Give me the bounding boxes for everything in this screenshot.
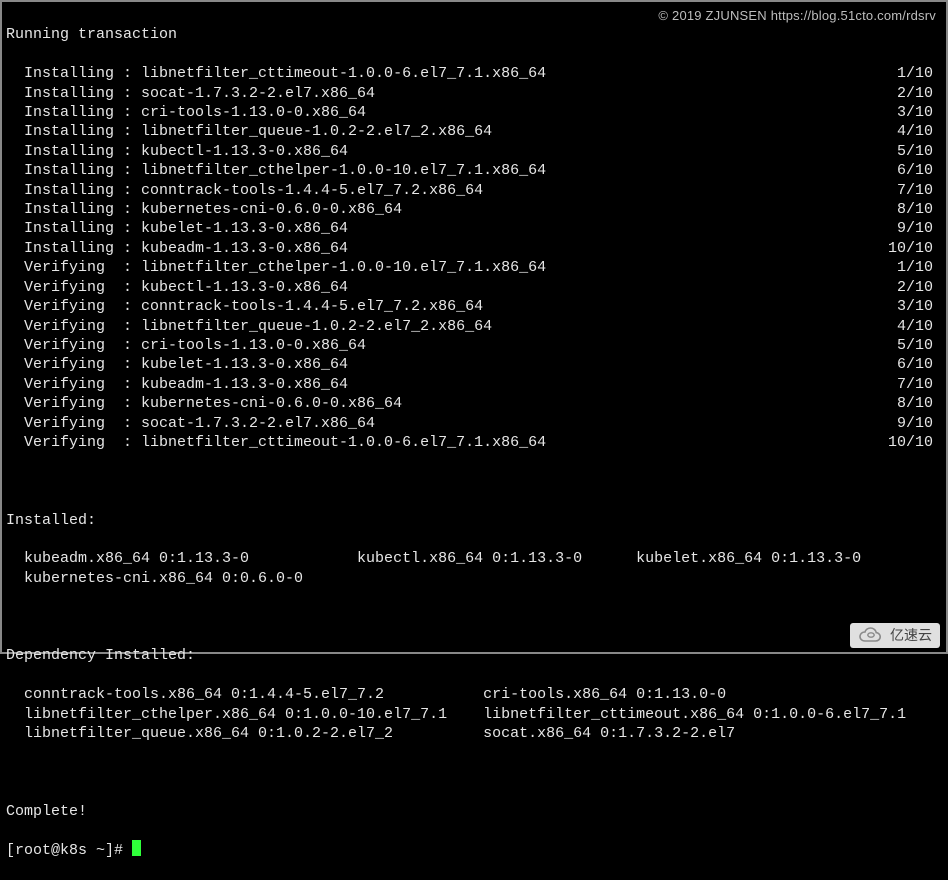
step-progress: 8/10 <box>897 394 942 413</box>
transaction-step: Verifying : cri-tools-1.13.0-0.x86_64 5/1… <box>6 336 942 355</box>
step-progress: 3/10 <box>897 297 942 316</box>
transaction-step: Verifying : kubeadm-1.13.3-0.x86_64 7/10 <box>6 375 942 394</box>
step-left: Installing : libnetfilter_cthelper-1.0.0… <box>6 161 546 180</box>
installed-row: kubernetes-cni.x86_64 0:0.6.0-0 <box>6 569 942 588</box>
step-progress: 10/10 <box>888 433 942 452</box>
transaction-step: Installing : conntrack-tools-1.4.4-5.el7… <box>6 181 942 200</box>
brand-logo: 亿速云 <box>850 623 940 648</box>
step-progress: 6/10 <box>897 161 942 180</box>
transaction-step: Installing : cri-tools-1.13.0-0.x86_64 3/… <box>6 103 942 122</box>
complete-text: Complete! <box>6 802 942 821</box>
step-progress: 1/10 <box>897 258 942 277</box>
step-left: Installing : kubernetes-cni-0.6.0-0.x86_… <box>6 200 402 219</box>
dependency-row: conntrack-tools.x86_64 0:1.4.4-5.el7_7.2… <box>6 685 942 704</box>
installed-header: Installed: <box>6 511 942 530</box>
step-left: Verifying : libnetfilter_cttimeout-1.0.0… <box>6 433 546 452</box>
step-left: Verifying : libnetfilter_queue-1.0.2-2.e… <box>6 317 492 336</box>
transaction-step: Verifying : conntrack-tools-1.4.4-5.el7_… <box>6 297 942 316</box>
step-progress: 3/10 <box>897 103 942 122</box>
transaction-step: Installing : kubectl-1.13.3-0.x86_64 5/10 <box>6 142 942 161</box>
transaction-step: Installing : libnetfilter_cthelper-1.0.0… <box>6 161 942 180</box>
transaction-step: Verifying : libnetfilter_queue-1.0.2-2.e… <box>6 317 942 336</box>
step-left: Verifying : kubeadm-1.13.3-0.x86_64 <box>6 375 348 394</box>
transaction-step: Verifying : libnetfilter_cttimeout-1.0.0… <box>6 433 942 452</box>
step-left: Verifying : socat-1.7.3.2-2.el7.x86_64 <box>6 414 375 433</box>
step-progress: 9/10 <box>897 219 942 238</box>
transaction-header: Running transaction <box>6 25 942 44</box>
step-progress: 5/10 <box>897 142 942 161</box>
transaction-step: Verifying : kubelet-1.13.3-0.x86_64 6/10 <box>6 355 942 374</box>
transaction-step: Verifying : socat-1.7.3.2-2.el7.x86_64 9/… <box>6 414 942 433</box>
step-progress: 10/10 <box>888 239 942 258</box>
transaction-step: Installing : kubelet-1.13.3-0.x86_64 9/10 <box>6 219 942 238</box>
shell-prompt[interactable]: [root@k8s ~]# <box>6 840 942 860</box>
step-left: Installing : kubeadm-1.13.3-0.x86_64 <box>6 239 348 258</box>
transaction-step: Verifying : kubernetes-cni-0.6.0-0.x86_6… <box>6 394 942 413</box>
step-progress: 4/10 <box>897 317 942 336</box>
watermark-text: © 2019 ZJUNSEN https://blog.51cto.com/rd… <box>658 6 936 25</box>
step-progress: 1/10 <box>897 64 942 83</box>
step-left: Verifying : kubectl-1.13.3-0.x86_64 <box>6 278 348 297</box>
step-left: Installing : socat-1.7.3.2-2.el7.x86_64 <box>6 84 375 103</box>
step-left: Verifying : conntrack-tools-1.4.4-5.el7_… <box>6 297 483 316</box>
transaction-step: Installing : kubernetes-cni-0.6.0-0.x86_… <box>6 200 942 219</box>
step-progress: 2/10 <box>897 278 942 297</box>
step-progress: 7/10 <box>897 375 942 394</box>
step-left: Installing : libnetfilter_cttimeout-1.0.… <box>6 64 546 83</box>
step-left: Verifying : kubernetes-cni-0.6.0-0.x86_6… <box>6 394 402 413</box>
transaction-step: Installing : libnetfilter_cttimeout-1.0.… <box>6 64 942 83</box>
dependency-row: libnetfilter_queue.x86_64 0:1.0.2-2.el7_… <box>6 724 942 743</box>
step-left: Installing : conntrack-tools-1.4.4-5.el7… <box>6 181 483 200</box>
step-progress: 2/10 <box>897 84 942 103</box>
transaction-step: Verifying : kubectl-1.13.3-0.x86_64 2/10 <box>6 278 942 297</box>
dependency-row: libnetfilter_cthelper.x86_64 0:1.0.0-10.… <box>6 705 942 724</box>
transaction-step: Installing : libnetfilter_queue-1.0.2-2.… <box>6 122 942 141</box>
step-progress: 9/10 <box>897 414 942 433</box>
step-progress: 5/10 <box>897 336 942 355</box>
step-progress: 7/10 <box>897 181 942 200</box>
step-left: Installing : kubelet-1.13.3-0.x86_64 <box>6 219 348 238</box>
step-left: Installing : libnetfilter_queue-1.0.2-2.… <box>6 122 492 141</box>
transaction-step: Verifying : libnetfilter_cthelper-1.0.0-… <box>6 258 942 277</box>
installed-row: kubeadm.x86_64 0:1.13.3-0 kubectl.x86_64… <box>6 549 942 568</box>
prompt-text: [root@k8s ~]# <box>6 842 132 859</box>
dependency-header: Dependency Installed: <box>6 646 942 665</box>
cloud-icon <box>858 627 884 643</box>
step-progress: 8/10 <box>897 200 942 219</box>
step-left: Installing : cri-tools-1.13.0-0.x86_64 <box>6 103 366 122</box>
step-left: Verifying : cri-tools-1.13.0-0.x86_64 <box>6 336 366 355</box>
step-left: Installing : kubectl-1.13.3-0.x86_64 <box>6 142 348 161</box>
transaction-step: Installing : socat-1.7.3.2-2.el7.x86_64 2… <box>6 84 942 103</box>
step-left: Verifying : kubelet-1.13.3-0.x86_64 <box>6 355 348 374</box>
cursor-icon <box>132 840 141 856</box>
step-progress: 4/10 <box>897 122 942 141</box>
terminal-output: Running transaction Installing : libnetf… <box>2 2 946 880</box>
step-left: Verifying : libnetfilter_cthelper-1.0.0-… <box>6 258 546 277</box>
brand-text: 亿速云 <box>890 626 932 645</box>
transaction-step: Installing : kubeadm-1.13.3-0.x86_64 10/1… <box>6 239 942 258</box>
step-progress: 6/10 <box>897 355 942 374</box>
